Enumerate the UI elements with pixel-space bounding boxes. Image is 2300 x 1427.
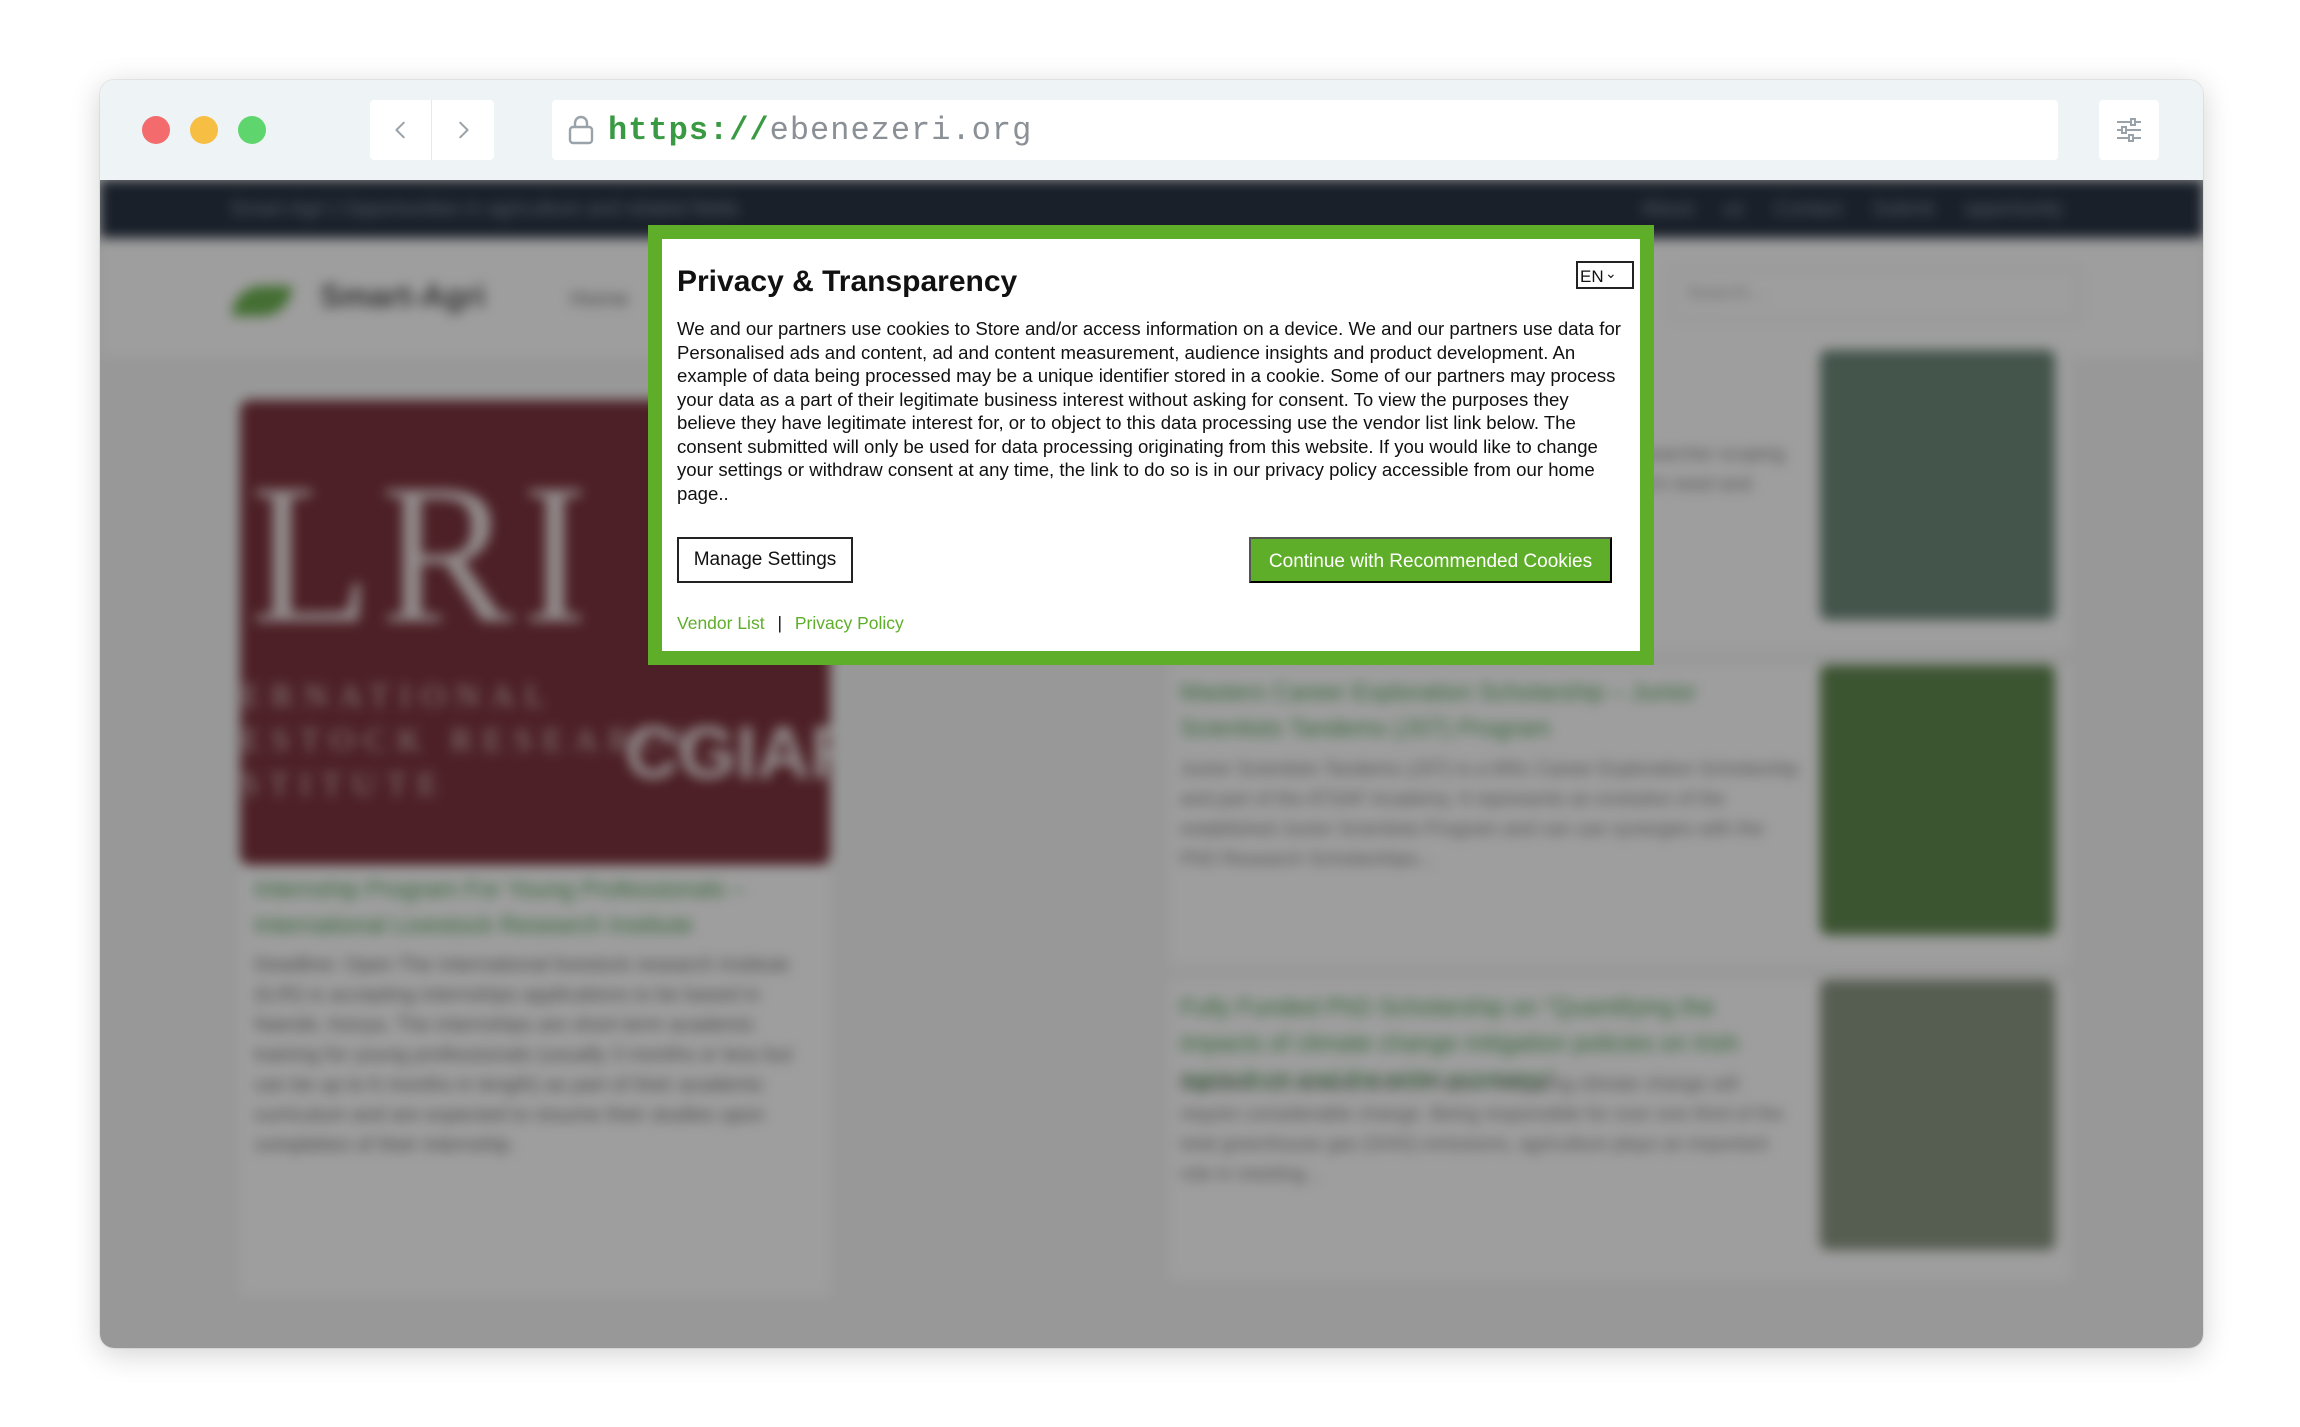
sliders-icon: [2117, 118, 2141, 142]
back-icon: [394, 121, 405, 139]
chevron-down-icon: ⌄: [1605, 265, 1617, 281]
window-minimize-dot[interactable]: [190, 116, 218, 144]
url-text: https://ebenezeri.org: [608, 112, 1032, 149]
browser-toolbar: https://ebenezeri.org: [100, 80, 2203, 180]
address-bar[interactable]: https://ebenezeri.org: [552, 100, 2058, 160]
link-separator: |: [777, 613, 782, 633]
lock-icon: [568, 115, 594, 145]
consent-links: Vendor List | Privacy Policy: [677, 613, 904, 634]
vendor-list-link[interactable]: Vendor List: [677, 613, 765, 633]
url-scheme: https://: [608, 111, 770, 149]
continue-recommended-cookies-button[interactable]: Continue with Recommended Cookies: [1249, 537, 1612, 583]
window-maximize-dot[interactable]: [238, 116, 266, 144]
browser-window: https://ebenezeri.org Smart-Agri | Oppor…: [100, 80, 2203, 1348]
privacy-policy-link[interactable]: Privacy Policy: [795, 613, 904, 633]
consent-dialog: Privacy & Transparency EN ⌄ We and our p…: [648, 225, 1654, 665]
consent-description: We and our partners use cookies to Store…: [677, 318, 1621, 504]
forward-button[interactable]: [432, 100, 494, 160]
page-viewport: Smart-Agri | Opportunities in agricultur…: [100, 180, 2203, 1348]
history-nav: [370, 100, 494, 160]
back-button[interactable]: [370, 100, 432, 160]
language-select[interactable]: EN ⌄: [1576, 261, 1634, 289]
forward-icon: [459, 121, 469, 139]
settings-button[interactable]: [2099, 100, 2159, 160]
consent-title: Privacy & Transparency: [677, 265, 1018, 298]
url-host: ebenezeri.org: [769, 111, 1033, 149]
window-close-dot[interactable]: [142, 116, 170, 144]
manage-settings-button[interactable]: Manage Settings: [677, 537, 853, 583]
language-value: EN: [1580, 267, 1604, 286]
